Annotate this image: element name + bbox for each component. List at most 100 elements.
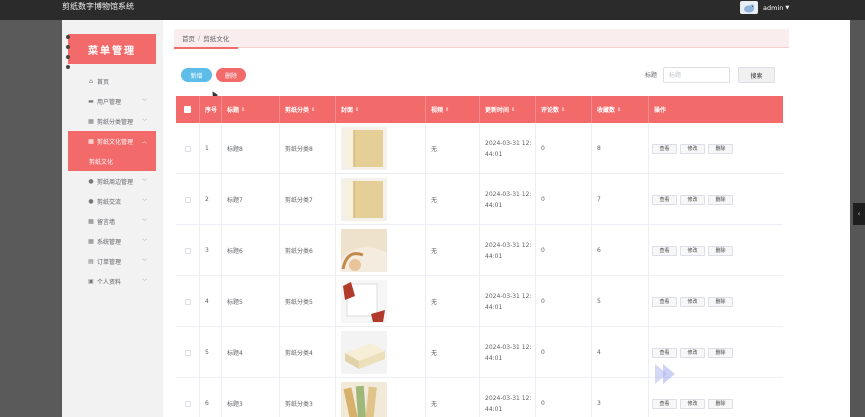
edit-button[interactable]: 修改 — [680, 398, 705, 409]
cell-comments: 0 — [536, 123, 592, 174]
chevron-down-icon: ﹀ — [142, 238, 148, 245]
table-row[interactable]: 6 标题3 剪纸分类3 无 2024-03-31 12: 44:01 0 3 查看 修改 删除 — [176, 378, 783, 417]
row-delete-button[interactable]: 删除 — [708, 296, 733, 307]
sidebar-item-4[interactable]: ● 剪纸周边管理 ﹀ — [68, 171, 156, 191]
row-delete-button[interactable]: 删除 — [708, 245, 733, 256]
col-updated[interactable]: 更新时间 ⇕ — [480, 96, 536, 123]
edit-button[interactable]: 修改 — [680, 347, 705, 358]
search-button[interactable]: 搜索 — [738, 67, 775, 83]
sidebar-item-9[interactable]: ▣ 个人资料 ﹀ — [68, 271, 156, 291]
col-actions: 操作 — [654, 107, 667, 114]
cell-actions: 查看 修改 删除 — [649, 225, 783, 276]
row-checkbox[interactable] — [176, 378, 200, 417]
row-checkbox[interactable] — [176, 174, 200, 225]
cover-thumbnail[interactable] — [341, 127, 387, 170]
submenu-item-paper-culture[interactable]: 剪纸文化 — [68, 151, 156, 171]
table-row[interactable]: 4 标题5 剪纸分类5 无 2024-03-31 12: 44:01 0 5 查看 修改 删除 — [176, 276, 783, 327]
edit-button[interactable]: 修改 — [680, 296, 705, 307]
checkbox-icon[interactable] — [184, 106, 191, 113]
checkbox-icon[interactable] — [184, 400, 191, 407]
view-button[interactable]: 查看 — [652, 194, 677, 205]
cell-actions: 查看 修改 删除 — [649, 276, 783, 327]
chevron-down-icon: ﹀ — [142, 218, 148, 225]
breadcrumb-home[interactable]: 首页 — [182, 33, 195, 43]
row-checkbox[interactable] — [176, 276, 200, 327]
col-favorites[interactable]: 收藏数 ⇕ — [592, 96, 649, 123]
view-button[interactable]: 查看 — [652, 347, 677, 358]
sidebar-item-5[interactable]: ● 剪纸交流 ﹀ — [68, 191, 156, 211]
delete-button[interactable]: 删除 — [216, 68, 246, 82]
chevron-down-icon: ﹀ — [142, 178, 148, 185]
sidebar-item-3[interactable]: ▦ 剪纸文化管理 ︿ — [68, 131, 156, 151]
chevron-down-icon[interactable]: ▼ — [785, 5, 789, 11]
view-button[interactable]: 查看 — [652, 245, 677, 256]
view-button[interactable]: 查看 — [652, 398, 677, 409]
col-category[interactable]: 剪纸分类 ⇕ — [280, 96, 336, 123]
cover-thumbnail[interactable] — [341, 178, 387, 221]
breadcrumb: 首页 / 剪纸文化 — [174, 29, 789, 48]
sidebar-item-0[interactable]: ⌂ 首页 — [68, 71, 156, 91]
sidebar-item-6[interactable]: ▦ 留言墙 ﹀ — [68, 211, 156, 231]
edit-button[interactable]: 修改 — [680, 143, 705, 154]
checkbox-icon[interactable] — [184, 247, 191, 254]
row-checkbox[interactable] — [176, 225, 200, 276]
cover-thumbnail[interactable] — [341, 331, 387, 374]
row-delete-button[interactable]: 删除 — [708, 194, 733, 205]
sidebar-item-8[interactable]: ▤ 订单管理 ﹀ — [68, 251, 156, 271]
row-checkbox[interactable] — [176, 327, 200, 378]
col-video[interactable]: 视频 ⇕ — [426, 96, 480, 123]
checkbox-icon[interactable] — [184, 196, 191, 203]
sort-icon: ⇕ — [445, 106, 450, 113]
cover-thumbnail[interactable] — [341, 229, 387, 272]
select-all-checkbox[interactable] — [176, 96, 200, 123]
cell-video: 无 — [426, 123, 480, 174]
cell-title: 标题3 — [222, 378, 280, 417]
col-comments[interactable]: 评论数 ⇕ — [536, 96, 592, 123]
view-button[interactable]: 查看 — [652, 143, 677, 154]
sidebar-item-label: 留言墙 — [97, 218, 116, 226]
cell-favorites: 8 — [592, 123, 649, 174]
view-button[interactable]: 查看 — [652, 296, 677, 307]
table-row[interactable]: 2 标题7 剪纸分类7 无 2024-03-31 12: 44:01 0 7 查看 修改 删除 — [176, 174, 783, 225]
sidebar-item-2[interactable]: ▦ 剪纸分类管理 ﹀ — [68, 111, 156, 131]
row-delete-button[interactable]: 删除 — [708, 398, 733, 409]
cell-cover — [336, 123, 426, 174]
table-row[interactable]: 3 标题6 剪纸分类6 无 2024-03-31 12: 44:01 0 6 查看 修改 删除 — [176, 225, 783, 276]
cell-favorites: 5 — [592, 276, 649, 327]
sidebar-item-1[interactable]: ▬ 用户管理 ﹀ — [68, 91, 156, 111]
avatar[interactable] — [740, 1, 758, 14]
add-button[interactable]: 新增 — [181, 68, 212, 82]
cell-title: 标题6 — [222, 225, 280, 276]
row-delete-button[interactable]: 删除 — [708, 143, 733, 154]
edit-button[interactable]: 修改 — [680, 245, 705, 256]
col-cover[interactable]: 封面 ⇕ — [336, 96, 426, 123]
edit-button[interactable]: 修改 — [680, 194, 705, 205]
username[interactable]: admin — [763, 4, 783, 12]
cell-category: 剪纸分类4 — [280, 327, 336, 378]
cover-thumbnail[interactable] — [341, 280, 387, 323]
table-row[interactable]: 1 标题8 剪纸分类8 无 2024-03-31 12: 44:01 0 8 查看 修改 删除 — [176, 123, 783, 174]
checkbox-icon[interactable] — [184, 145, 191, 152]
sort-icon: ⇕ — [311, 106, 316, 113]
cell-cover — [336, 276, 426, 327]
row-checkbox[interactable] — [176, 123, 200, 174]
row-delete-button[interactable]: 删除 — [708, 347, 733, 358]
cell-updated: 2024-03-31 12: 44:01 — [480, 174, 536, 225]
cell-video: 无 — [426, 327, 480, 378]
user-menu[interactable]: admin ▼ — [740, 1, 789, 14]
sidebar-item-7[interactable]: ▦ 系统管理 ﹀ — [68, 231, 156, 251]
cell-video: 无 — [426, 174, 480, 225]
cover-thumbnail[interactable] — [341, 382, 387, 417]
checkbox-icon[interactable] — [184, 298, 191, 305]
search-input[interactable] — [663, 67, 730, 83]
col-title[interactable]: 标题 ⇕ — [222, 96, 280, 123]
collapse-handle-icon[interactable]: ‹ — [853, 203, 865, 225]
checkbox-icon[interactable] — [184, 349, 191, 356]
breadcrumb-separator: / — [198, 34, 201, 42]
cell-actions: 查看 修改 删除 — [649, 174, 783, 225]
sidebar-item-label: 剪纸交流 — [97, 198, 122, 206]
home-icon: ⌂ — [89, 77, 93, 85]
cell-comments: 0 — [536, 276, 592, 327]
table-row[interactable]: 5 标题4 剪纸分类4 无 2024-03-31 12: 44:01 0 4 查看 修改 删除 — [176, 327, 783, 378]
cell-updated: 2024-03-31 12: 44:01 — [480, 123, 536, 174]
